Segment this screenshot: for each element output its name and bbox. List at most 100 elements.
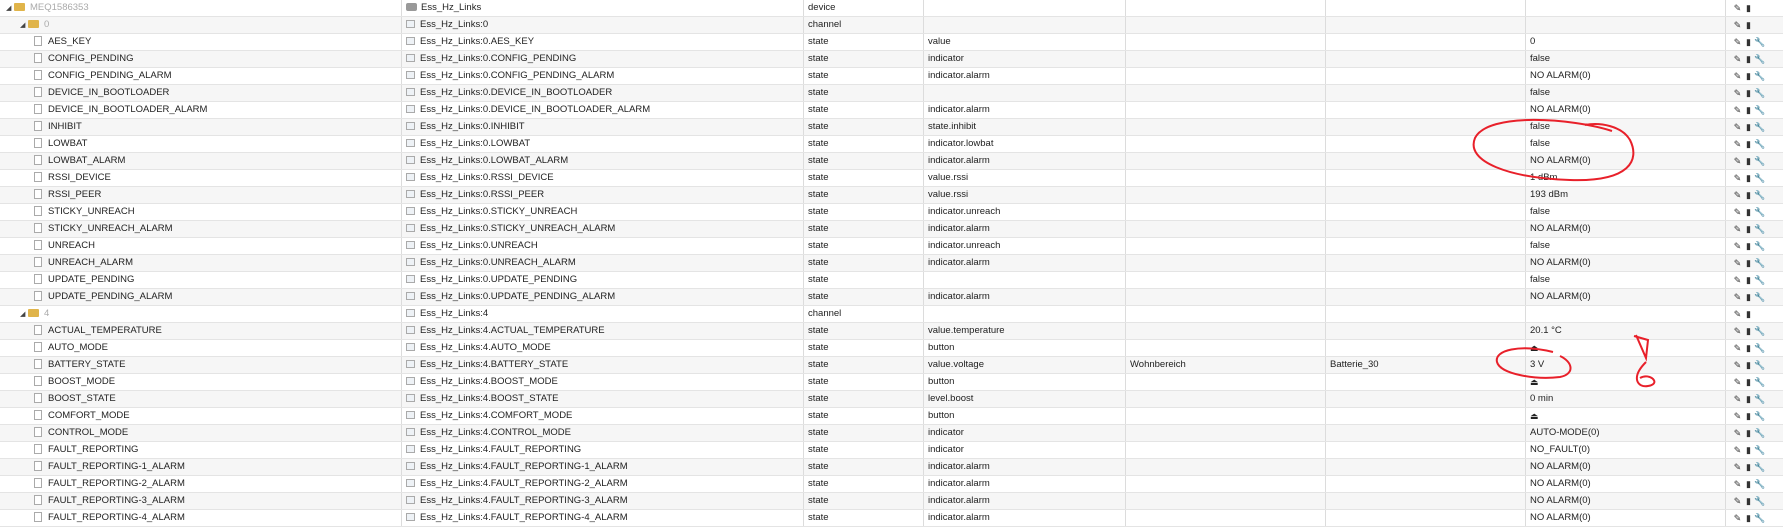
delete-icon[interactable]: ▮ <box>1743 357 1754 373</box>
delete-icon[interactable]: ▮ <box>1743 425 1754 441</box>
tree-row[interactable]: FAULT_REPORTING-4_ALARM Ess_Hz_Links:4.FA… <box>0 510 1783 527</box>
edit-icon[interactable]: ✎ <box>1732 119 1743 135</box>
delete-icon[interactable]: ▮ <box>1743 340 1754 356</box>
edit-icon[interactable]: ✎ <box>1732 340 1743 356</box>
edit-icon[interactable]: ✎ <box>1732 0 1743 16</box>
settings-icon[interactable]: 🔧 <box>1754 102 1765 118</box>
edit-icon[interactable]: ✎ <box>1732 68 1743 84</box>
settings-icon[interactable]: 🔧 <box>1754 425 1765 441</box>
edit-icon[interactable]: ✎ <box>1732 187 1743 203</box>
delete-icon[interactable]: ▮ <box>1743 442 1754 458</box>
delete-icon[interactable]: ▮ <box>1743 459 1754 475</box>
settings-icon[interactable]: 🔧 <box>1754 221 1765 237</box>
delete-icon[interactable]: ▮ <box>1743 102 1754 118</box>
delete-icon[interactable]: ▮ <box>1743 391 1754 407</box>
tree-row[interactable]: FAULT_REPORTING-3_ALARM Ess_Hz_Links:4.FA… <box>0 493 1783 510</box>
delete-icon[interactable]: ▮ <box>1743 323 1754 339</box>
edit-icon[interactable]: ✎ <box>1732 357 1743 373</box>
settings-icon[interactable]: 🔧 <box>1754 357 1765 373</box>
edit-icon[interactable]: ✎ <box>1732 493 1743 509</box>
value-cell[interactable]: ⏏ <box>1526 374 1726 390</box>
settings-icon[interactable]: 🔧 <box>1754 68 1765 84</box>
delete-icon[interactable]: ▮ <box>1743 68 1754 84</box>
tree-row[interactable]: STICKY_UNREACH Ess_Hz_Links:0.STICKY_UNRE… <box>0 204 1783 221</box>
tree-row[interactable]: UNREACH Ess_Hz_Links:0.UNREACH state indica… <box>0 238 1783 255</box>
tree-row[interactable]: COMFORT_MODE Ess_Hz_Links:4.COMFORT_MODE s… <box>0 408 1783 425</box>
edit-icon[interactable]: ✎ <box>1732 408 1743 424</box>
edit-icon[interactable]: ✎ <box>1732 238 1743 254</box>
edit-icon[interactable]: ✎ <box>1732 272 1743 288</box>
tree-row[interactable]: DEVICE_IN_BOOTLOADER Ess_Hz_Links:0.DEVIC… <box>0 85 1783 102</box>
settings-icon[interactable]: 🔧 <box>1754 34 1765 50</box>
delete-icon[interactable]: ▮ <box>1743 238 1754 254</box>
tree-row[interactable]: CONTROL_MODE Ess_Hz_Links:4.CONTROL_MODE s… <box>0 425 1783 442</box>
tree-row[interactable]: ◢ 4 Ess_Hz_Links:4 channel ✎ ▮ <box>0 306 1783 323</box>
settings-icon[interactable]: 🔧 <box>1754 374 1765 390</box>
settings-icon[interactable]: 🔧 <box>1754 476 1765 492</box>
delete-icon[interactable]: ▮ <box>1743 306 1754 322</box>
tree-row[interactable]: UNREACH_ALARM Ess_Hz_Links:0.UNREACH_ALAR… <box>0 255 1783 272</box>
settings-icon[interactable]: 🔧 <box>1754 136 1765 152</box>
edit-icon[interactable]: ✎ <box>1732 425 1743 441</box>
tree-row[interactable]: LOWBAT Ess_Hz_Links:0.LOWBAT state indicato… <box>0 136 1783 153</box>
tree-row[interactable]: INHIBIT Ess_Hz_Links:0.INHIBIT state state.… <box>0 119 1783 136</box>
edit-icon[interactable]: ✎ <box>1732 459 1743 475</box>
settings-icon[interactable]: 🔧 <box>1754 153 1765 169</box>
delete-icon[interactable]: ▮ <box>1743 153 1754 169</box>
edit-icon[interactable]: ✎ <box>1732 170 1743 186</box>
tree-row[interactable]: LOWBAT_ALARM Ess_Hz_Links:0.LOWBAT_ALARM s… <box>0 153 1783 170</box>
edit-icon[interactable]: ✎ <box>1732 102 1743 118</box>
delete-icon[interactable]: ▮ <box>1743 476 1754 492</box>
delete-icon[interactable]: ▮ <box>1743 85 1754 101</box>
tree-row[interactable]: AUTO_MODE Ess_Hz_Links:4.AUTO_MODE state bu… <box>0 340 1783 357</box>
settings-icon[interactable]: 🔧 <box>1754 442 1765 458</box>
edit-icon[interactable]: ✎ <box>1732 374 1743 390</box>
delete-icon[interactable]: ▮ <box>1743 0 1754 16</box>
delete-icon[interactable]: ▮ <box>1743 34 1754 50</box>
edit-icon[interactable]: ✎ <box>1732 442 1743 458</box>
tree-row[interactable]: BOOST_STATE Ess_Hz_Links:4.BOOST_STATE sta… <box>0 391 1783 408</box>
settings-icon[interactable]: 🔧 <box>1754 170 1765 186</box>
expand-toggle-icon[interactable]: ◢ <box>20 307 28 322</box>
expand-toggle-icon[interactable]: ◢ <box>20 18 28 33</box>
settings-icon[interactable]: 🔧 <box>1754 85 1765 101</box>
tree-row[interactable]: UPDATE_PENDING_ALARM Ess_Hz_Links:0.UPDAT… <box>0 289 1783 306</box>
edit-icon[interactable]: ✎ <box>1732 17 1743 33</box>
settings-icon[interactable]: 🔧 <box>1754 323 1765 339</box>
settings-icon[interactable]: 🔧 <box>1754 187 1765 203</box>
settings-icon[interactable]: 🔧 <box>1754 238 1765 254</box>
settings-icon[interactable]: 🔧 <box>1754 391 1765 407</box>
tree-row[interactable]: AES_KEY Ess_Hz_Links:0.AES_KEY state value 0… <box>0 34 1783 51</box>
delete-icon[interactable]: ▮ <box>1743 136 1754 152</box>
delete-icon[interactable]: ▮ <box>1743 187 1754 203</box>
delete-icon[interactable]: ▮ <box>1743 408 1754 424</box>
tree-row[interactable]: CONFIG_PENDING_ALARM Ess_Hz_Links:0.CONFI… <box>0 68 1783 85</box>
tree-row[interactable]: UPDATE_PENDING Ess_Hz_Links:0.UPDATE_PEND… <box>0 272 1783 289</box>
edit-icon[interactable]: ✎ <box>1732 204 1743 220</box>
tree-row[interactable]: FAULT_REPORTING Ess_Hz_Links:4.FAULT_REPO… <box>0 442 1783 459</box>
settings-icon[interactable]: 🔧 <box>1754 119 1765 135</box>
settings-icon[interactable]: 🔧 <box>1754 272 1765 288</box>
settings-icon[interactable]: 🔧 <box>1754 255 1765 271</box>
delete-icon[interactable]: ▮ <box>1743 289 1754 305</box>
delete-icon[interactable]: ▮ <box>1743 493 1754 509</box>
edit-icon[interactable]: ✎ <box>1732 85 1743 101</box>
delete-icon[interactable]: ▮ <box>1743 170 1754 186</box>
tree-row[interactable]: RSSI_PEER Ess_Hz_Links:0.RSSI_PEER state va… <box>0 187 1783 204</box>
settings-icon[interactable]: 🔧 <box>1754 408 1765 424</box>
trigger-button-icon[interactable]: ⏏ <box>1530 411 1539 421</box>
value-cell[interactable]: ⏏ <box>1526 408 1726 424</box>
tree-row[interactable]: ACTUAL_TEMPERATURE Ess_Hz_Links:4.ACTUAL_… <box>0 323 1783 340</box>
settings-icon[interactable]: 🔧 <box>1754 51 1765 67</box>
settings-icon[interactable]: 🔧 <box>1754 204 1765 220</box>
edit-icon[interactable]: ✎ <box>1732 289 1743 305</box>
edit-icon[interactable]: ✎ <box>1732 255 1743 271</box>
delete-icon[interactable]: ▮ <box>1743 510 1754 526</box>
edit-icon[interactable]: ✎ <box>1732 306 1743 322</box>
settings-icon[interactable]: 🔧 <box>1754 493 1765 509</box>
tree-row[interactable]: FAULT_REPORTING-1_ALARM Ess_Hz_Links:4.FA… <box>0 459 1783 476</box>
expand-toggle-icon[interactable]: ◢ <box>6 1 14 16</box>
tree-row[interactable]: STICKY_UNREACH_ALARM Ess_Hz_Links:0.STICK… <box>0 221 1783 238</box>
tree-row[interactable]: FAULT_REPORTING-2_ALARM Ess_Hz_Links:4.FA… <box>0 476 1783 493</box>
delete-icon[interactable]: ▮ <box>1743 119 1754 135</box>
